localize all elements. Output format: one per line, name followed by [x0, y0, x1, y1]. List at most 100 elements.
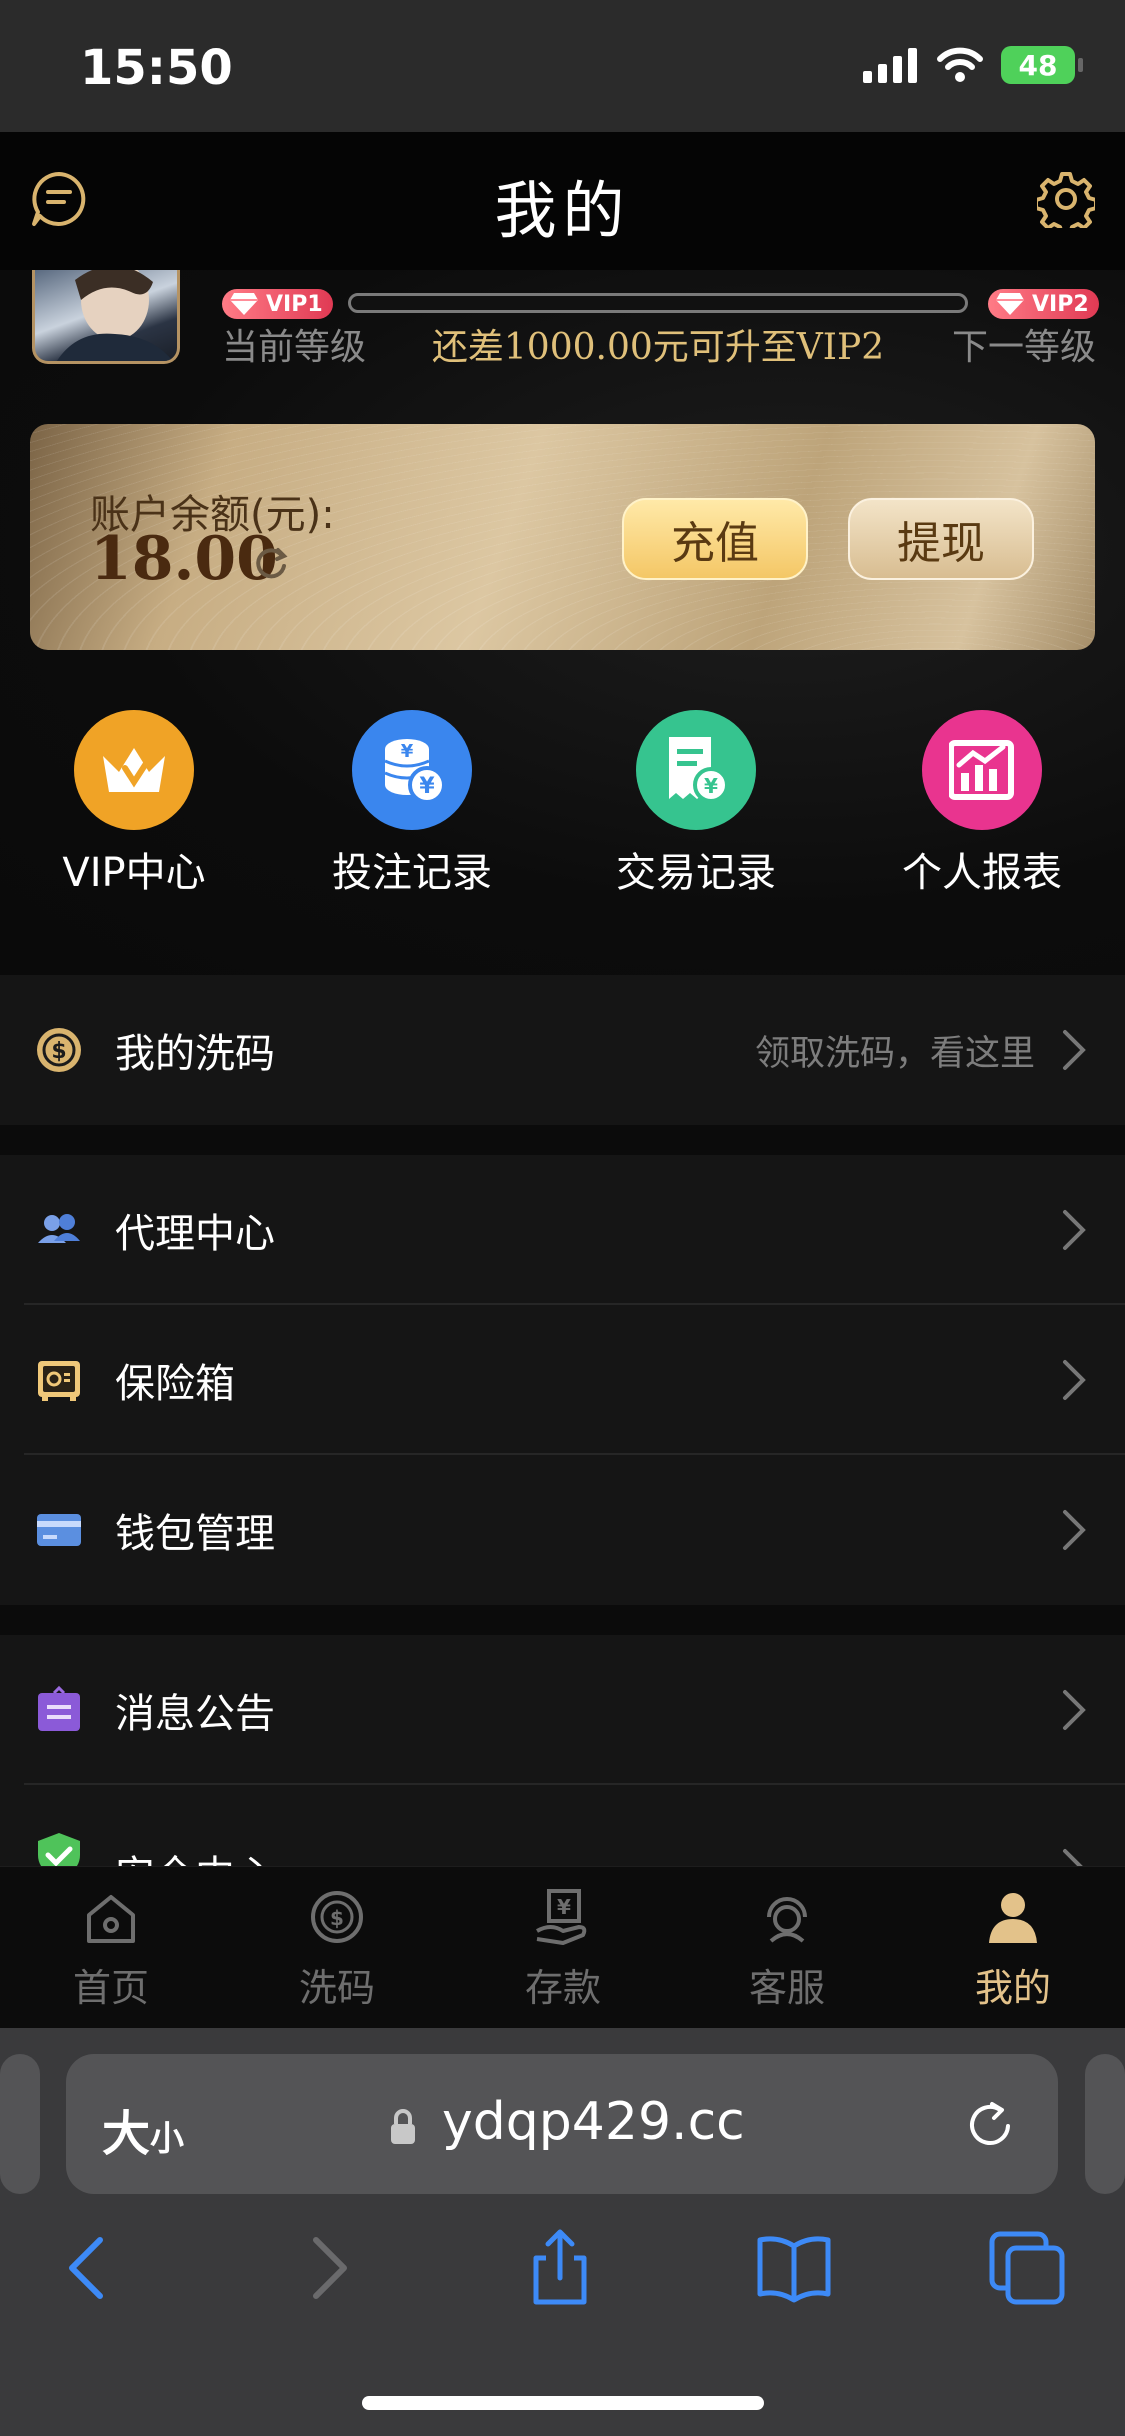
shortcut-bet-records[interactable]: ¥ ¥ 投注记录: [292, 710, 532, 898]
shortcut-vip-center[interactable]: VIP中心: [14, 710, 254, 898]
bookmarks-icon[interactable]: [754, 2228, 834, 2308]
menu-title: 钱包管理: [115, 1511, 275, 1557]
vip-progress-bar: [348, 293, 968, 313]
chevron-right-icon: [1063, 1690, 1086, 1730]
coins-icon: ¥ ¥: [352, 710, 472, 830]
tab-support[interactable]: 客服: [712, 1887, 862, 2012]
shortcut-label: 个人报表: [902, 850, 1062, 896]
svg-text:¥: ¥: [557, 1895, 571, 1919]
shortcut-transaction-records[interactable]: ¥ 交易记录: [576, 710, 816, 898]
diamond-icon: [996, 293, 1024, 315]
shortcut-label: 交易记录: [616, 850, 776, 896]
svg-text:$: $: [330, 1906, 344, 1930]
receipt-glyph: ¥: [669, 737, 729, 803]
crown-glyph: [103, 748, 165, 792]
tab-wash[interactable]: $ 洗码: [262, 1887, 412, 2012]
receipt-icon: ¥: [636, 710, 756, 830]
users-icon: [38, 1214, 80, 1243]
previous-tab-stub[interactable]: [0, 2054, 40, 2194]
chevron-right-icon: [1063, 1210, 1086, 1250]
reload-icon[interactable]: [962, 2096, 1018, 2152]
chevron-right-icon: [1063, 1360, 1086, 1400]
notice-board-icon: [38, 1685, 80, 1731]
chart-icon: [922, 710, 1042, 830]
withdraw-button[interactable]: 提现: [848, 498, 1034, 580]
support-icon: [767, 1897, 807, 1943]
vip-current-text: VIP1: [266, 291, 323, 317]
next-tab-stub[interactable]: [1085, 2054, 1125, 2194]
menu-row-safe-box[interactable]: 保险箱: [0, 1305, 1125, 1455]
menu-title: 消息公告: [115, 1691, 275, 1737]
shield-icon: [38, 1833, 80, 1866]
vip-current-badge: VIP1: [222, 289, 333, 319]
tab-deposit[interactable]: ¥ 存款: [488, 1887, 638, 2012]
forward-icon[interactable]: [288, 2228, 368, 2308]
menu-row-security[interactable]: 安全中心: [0, 1785, 1125, 1866]
menu-row-agent-center[interactable]: 代理中心: [0, 1155, 1125, 1305]
tab-label: 存款: [524, 1966, 601, 2010]
chevron-right-icon: [1063, 1510, 1086, 1550]
profile-icon: [989, 1893, 1037, 1943]
refresh-icon[interactable]: [252, 544, 290, 582]
avatar-image: [56, 270, 173, 361]
shortcut-label: VIP中心: [62, 850, 206, 896]
wash-icon: $: [311, 1891, 363, 1943]
svg-text:¥: ¥: [704, 774, 718, 798]
menu-row-notice[interactable]: 消息公告: [0, 1635, 1125, 1785]
svg-text:¥: ¥: [401, 741, 414, 762]
menu-row-wash[interactable]: $ 我的洗码 领取洗码，看这里: [0, 975, 1125, 1125]
menu-title: 代理中心: [115, 1211, 275, 1257]
shortcut-grid: VIP中心 ¥ ¥ 投注记录 ¥ 交易记录 个人报表: [0, 710, 1125, 896]
back-icon[interactable]: [48, 2228, 128, 2308]
tab-profile[interactable]: 我的: [938, 1887, 1088, 2012]
status-bar: 15:50 48: [0, 0, 1125, 132]
gear-icon[interactable]: [1037, 170, 1095, 228]
tab-label: 我的: [974, 1966, 1051, 2010]
upgrade-hint: 还差1000.00元可升至VIP2: [431, 327, 885, 368]
lock-icon: [391, 2109, 415, 2144]
menu-title: 安全中心: [115, 1843, 275, 1866]
share-icon[interactable]: [520, 2228, 600, 2308]
recharge-button[interactable]: 充值: [622, 498, 808, 580]
wash-section: $ 我的洗码 领取洗码，看这里: [0, 975, 1125, 1125]
app-header: 我的: [0, 132, 1125, 270]
battery-level: 48: [1018, 48, 1058, 82]
crown-icon: [74, 710, 194, 830]
dollar-coin-icon: $: [37, 1028, 81, 1072]
avatar[interactable]: [32, 270, 180, 364]
account-section: 代理中心 保险箱 钱包管理: [0, 1155, 1125, 1605]
tabs-icon[interactable]: [988, 2228, 1068, 2308]
text-size-button[interactable]: 大小: [102, 2094, 184, 2164]
current-level-label: 当前等级: [222, 327, 367, 368]
svg-text:$: $: [51, 1039, 66, 1064]
text-size-small: 小: [150, 2119, 185, 2159]
deposit-icon: ¥: [536, 1889, 587, 1945]
menu-title: 我的洗码: [115, 1031, 275, 1077]
chevron-right-icon: [1063, 1849, 1083, 1866]
vip-next-text: VIP2: [1032, 291, 1089, 317]
tab-home[interactable]: 首页: [36, 1887, 186, 2012]
status-indicators: 48: [863, 46, 1083, 84]
info-section: 消息公告 安全中心: [0, 1635, 1125, 1866]
home-indicator: [362, 2396, 764, 2410]
tab-label: 客服: [748, 1966, 825, 2010]
safe-icon: [38, 1361, 80, 1401]
signal-icon: [863, 48, 917, 83]
chart-glyph: [949, 740, 1014, 800]
shortcut-personal-report[interactable]: 个人报表: [862, 710, 1102, 898]
shortcut-label: 投注记录: [332, 850, 492, 896]
page-title: 我的: [494, 174, 631, 247]
svg-text:¥: ¥: [419, 774, 435, 799]
wifi-icon: [937, 47, 983, 82]
status-time: 15:50: [80, 40, 233, 96]
tab-label: 首页: [72, 1966, 149, 2010]
wallet-card-icon: [37, 1514, 81, 1546]
tab-label: 洗码: [298, 1966, 375, 2010]
menu-row-wallet[interactable]: 钱包管理: [0, 1455, 1125, 1605]
chevron-right-icon: [1063, 1030, 1086, 1070]
coins-glyph: ¥ ¥: [384, 739, 446, 804]
address-bar[interactable]: 大小 ydqp429.cc: [66, 2054, 1058, 2194]
url-text: ydqp429.cc: [442, 2092, 745, 2152]
menu-hint: 领取洗码，看这里: [754, 1033, 1035, 1074]
balance-amount: 18.00: [90, 524, 278, 594]
